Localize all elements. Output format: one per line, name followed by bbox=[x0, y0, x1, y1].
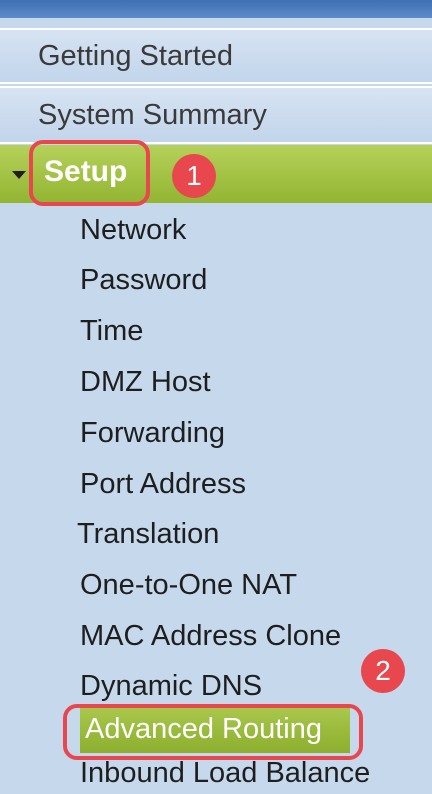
sub-item-inbound-load-balance[interactable]: Inbound Load Balance bbox=[80, 757, 370, 790]
sub-item-mac-address-clone[interactable]: MAC Address Clone bbox=[80, 620, 341, 653]
nav-item-getting-started[interactable]: Getting Started bbox=[0, 28, 432, 84]
step-2-badge: 2 bbox=[361, 649, 405, 693]
sub-item-password[interactable]: Password bbox=[80, 264, 207, 297]
sub-item-forwarding[interactable]: Forwarding bbox=[80, 417, 225, 450]
sub-item-network[interactable]: Network bbox=[80, 214, 186, 247]
top-header-strip bbox=[0, 0, 432, 18]
sub-item-dynamic-dns[interactable]: Dynamic DNS bbox=[80, 670, 262, 703]
advanced-routing-highlight-annotation bbox=[63, 704, 363, 760]
sub-item-port-address[interactable]: Port Address bbox=[80, 468, 246, 501]
triangle-down-icon bbox=[12, 171, 26, 179]
nav-item-system-summary[interactable]: System Summary bbox=[0, 86, 432, 144]
sub-item-translation[interactable]: Translation bbox=[77, 518, 219, 551]
setup-highlight-annotation bbox=[29, 140, 150, 206]
sub-item-time[interactable]: Time bbox=[80, 315, 143, 348]
step-1-badge: 1 bbox=[172, 154, 216, 198]
nav-item-label: System Summary bbox=[38, 99, 267, 131]
nav-item-label: Getting Started bbox=[38, 40, 234, 72]
sub-item-one-to-one-nat[interactable]: One-to-One NAT bbox=[80, 569, 297, 602]
sub-item-dmz-host[interactable]: DMZ Host bbox=[80, 366, 211, 399]
